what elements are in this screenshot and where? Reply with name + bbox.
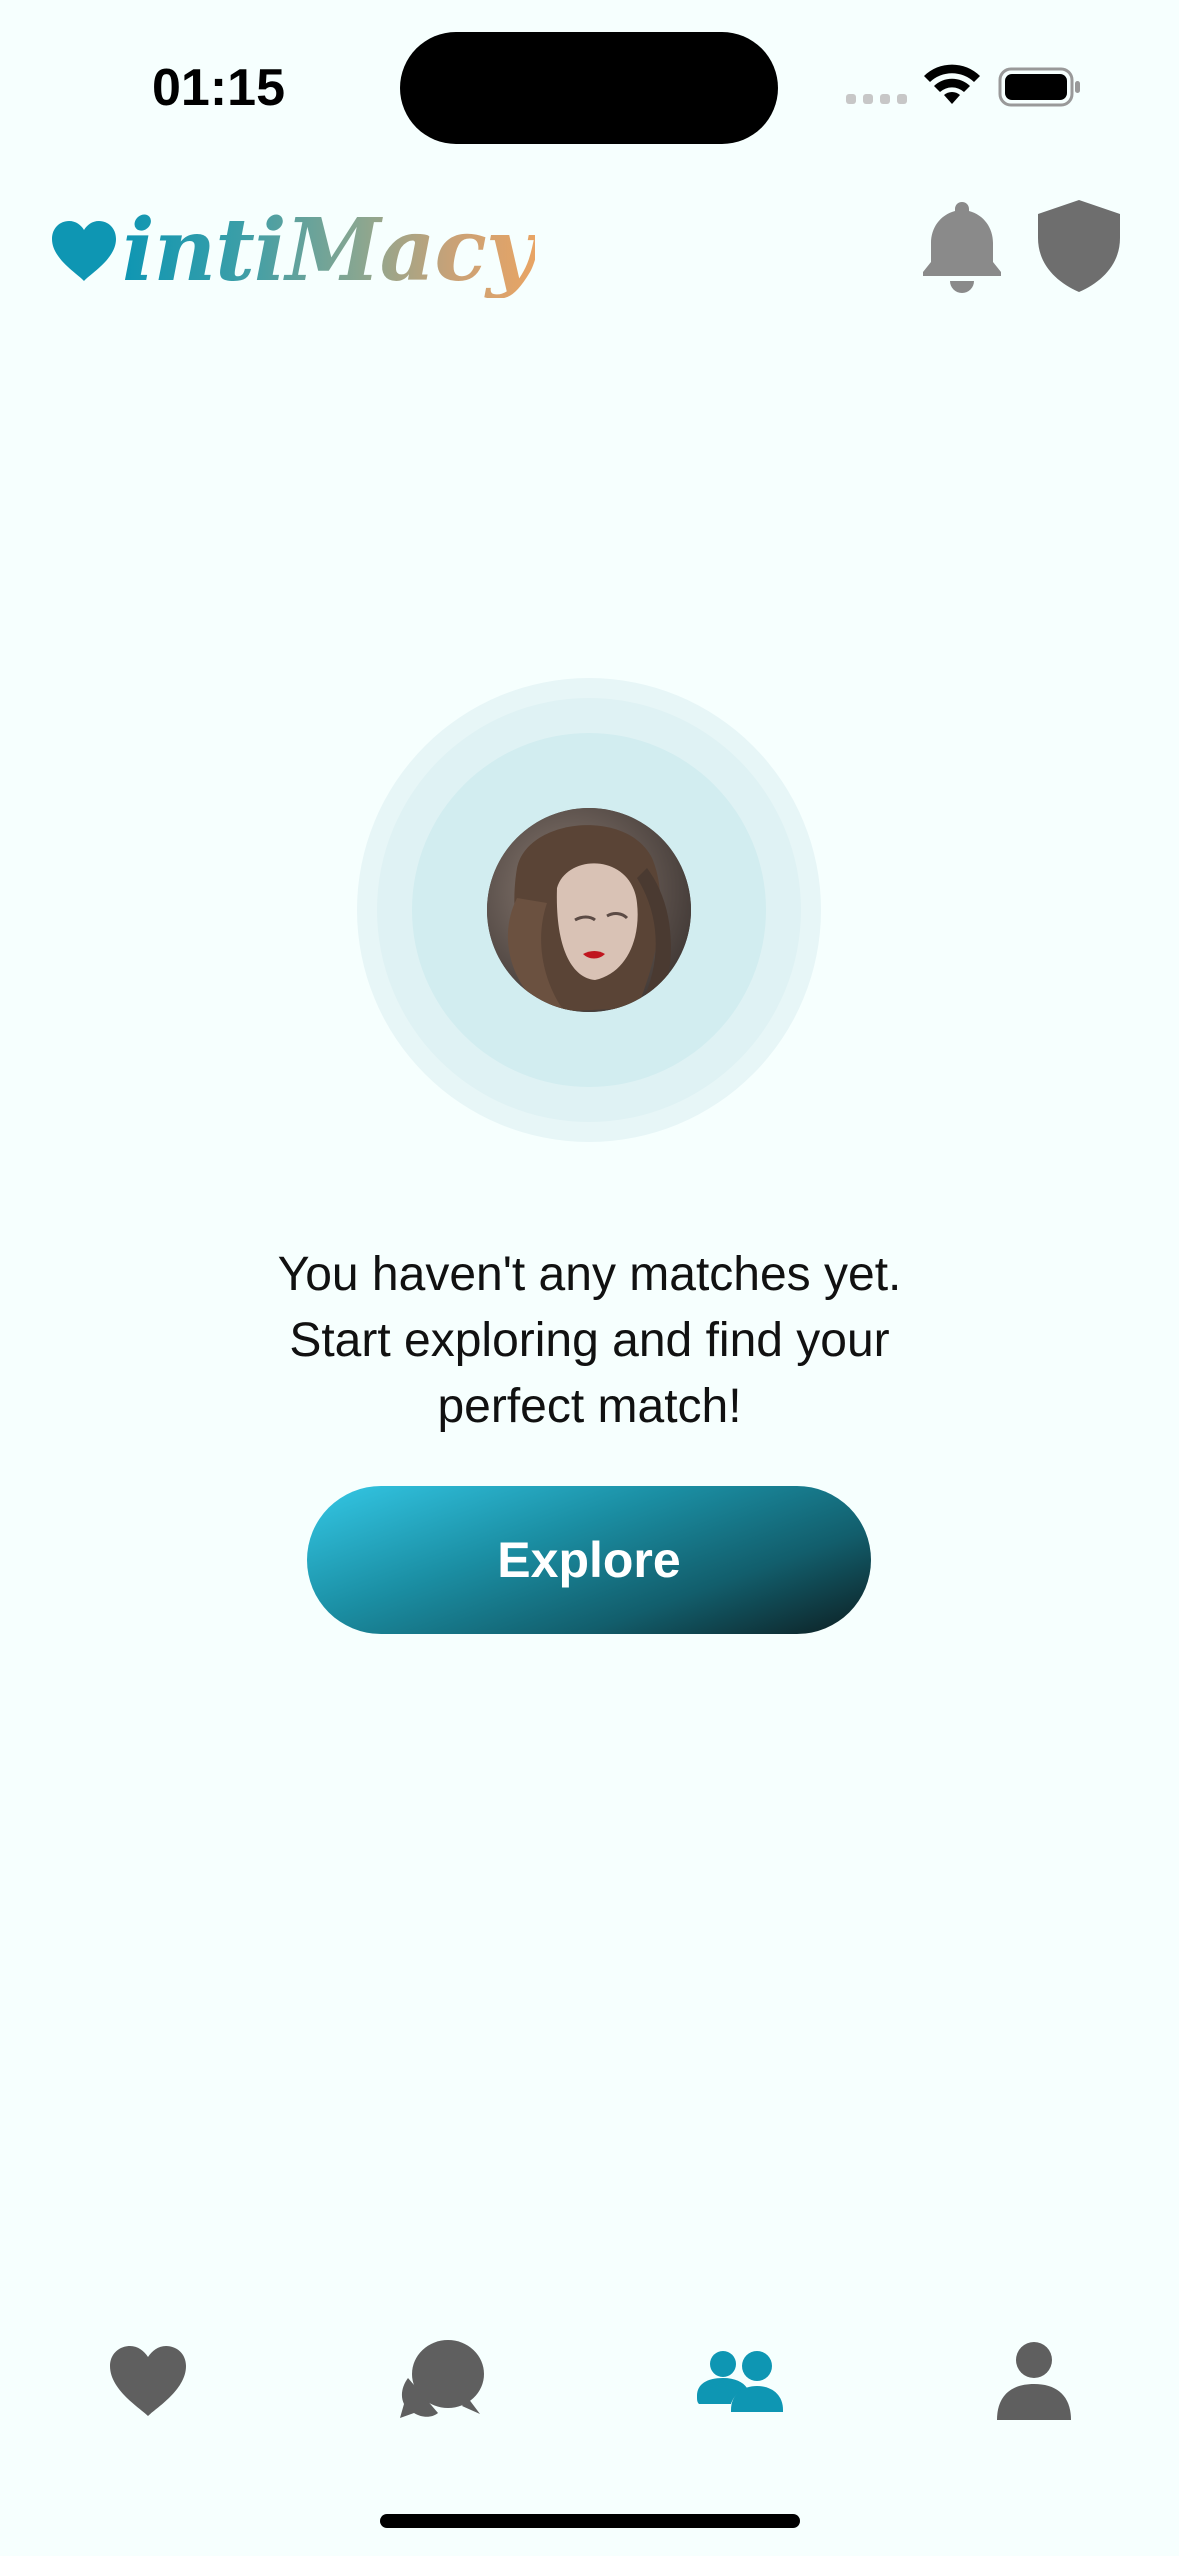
empty-state-line1: You haven't any matches yet.	[277, 1248, 902, 1301]
logo-text: intiMacy	[122, 199, 536, 301]
tab-chats[interactable]	[392, 2326, 492, 2436]
logo-heart-icon	[52, 221, 116, 281]
cellular-signal-icon	[846, 94, 907, 104]
empty-state-message: You haven't any matches yet. Start explo…	[100, 1242, 1079, 1440]
empty-state-line2: Start exploring and find your perfect ma…	[289, 1314, 890, 1433]
explore-button[interactable]: Explore	[307, 1486, 871, 1634]
wifi-icon	[924, 64, 980, 104]
avatar-portrait	[487, 808, 691, 1012]
home-indicator[interactable]	[380, 2514, 800, 2528]
app-logo: intiMacy	[50, 196, 536, 306]
bell-icon[interactable]	[920, 198, 1004, 294]
chat-bubbles-icon	[400, 2340, 484, 2418]
battery-icon	[998, 67, 1080, 107]
tab-likes[interactable]	[100, 2326, 196, 2436]
matches-screen: 01:15 intiMacy You haven't any matches y…	[0, 0, 1179, 2556]
tab-matches[interactable]	[690, 2326, 790, 2436]
heart-icon	[110, 2346, 186, 2416]
matches-people-icon	[697, 2351, 783, 2412]
status-time: 01:15	[152, 59, 285, 117]
tab-profile[interactable]	[986, 2326, 1082, 2436]
user-avatar	[487, 808, 691, 1012]
dynamic-island	[400, 32, 778, 144]
shield-icon[interactable]	[1032, 198, 1126, 294]
profile-person-icon	[997, 2342, 1071, 2420]
